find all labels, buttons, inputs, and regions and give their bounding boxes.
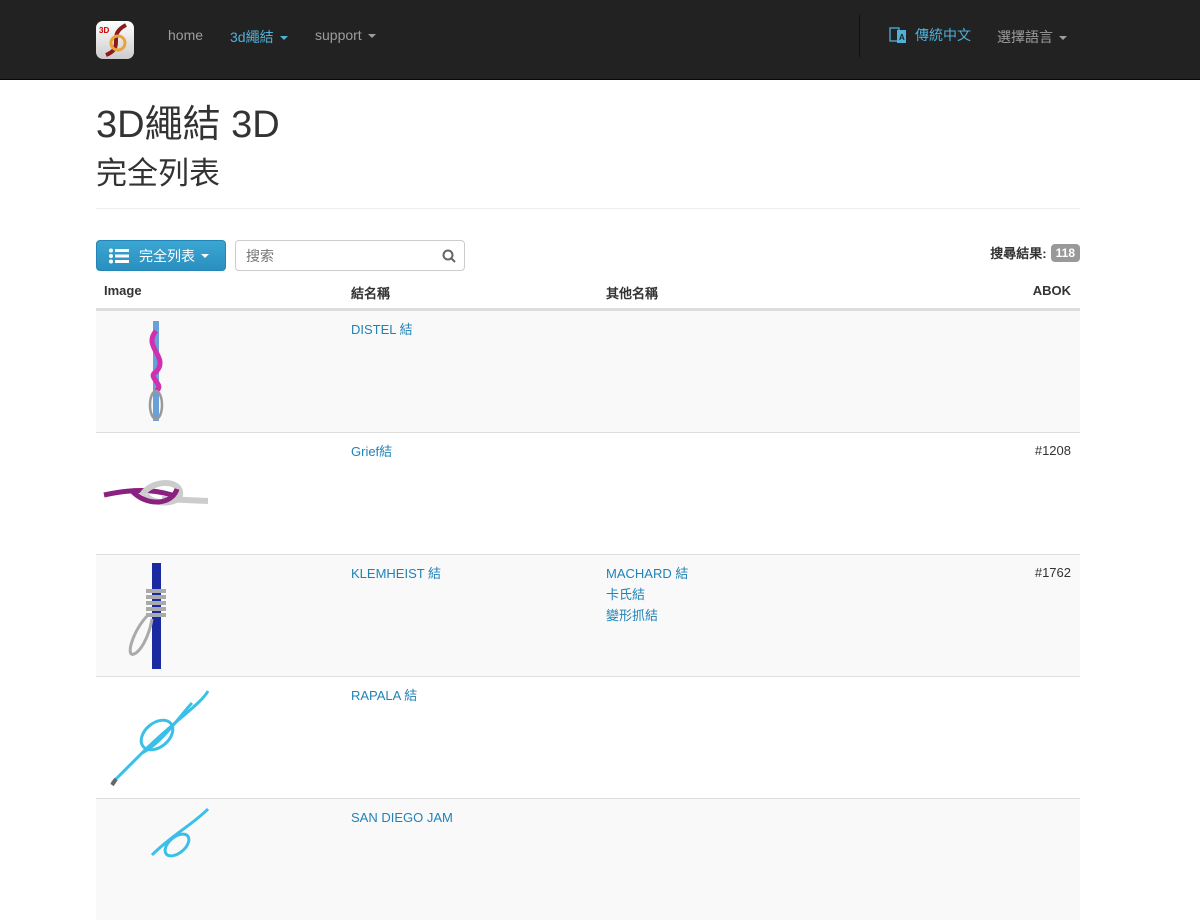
results-label: 搜尋結果:	[990, 246, 1047, 261]
table-header: Image 結名稱 其他名稱 ABOK	[96, 279, 1080, 310]
col-name: 結名稱	[351, 286, 391, 301]
list-view-label: 完全列表	[139, 247, 195, 264]
translate-icon: A	[889, 27, 906, 43]
knot-link[interactable]: KLEMHEIST 結	[351, 563, 441, 584]
list-icon	[109, 248, 129, 263]
table-row: Grief結 #1208	[96, 432, 1080, 554]
language-select-label: 選擇語言	[997, 29, 1053, 45]
abok-number: #1762	[1034, 565, 1071, 580]
search-box	[235, 240, 465, 271]
table-row: KLEMHEIST 結 MACHARD 結 卡氏結 變形抓結 #1762	[96, 554, 1080, 676]
knot-link[interactable]: SAN DIEGO JAM	[351, 807, 453, 828]
other-name-link[interactable]: 變形抓結	[606, 605, 688, 626]
knot-image[interactable]	[102, 805, 212, 913]
col-abok: ABOK	[1032, 283, 1071, 298]
col-other-names: 其他名稱	[606, 286, 659, 301]
table-row: SAN DIEGO JAM	[96, 798, 1080, 920]
nav-divider	[859, 15, 860, 57]
nav-home[interactable]: home	[168, 27, 203, 43]
knot-image[interactable]	[102, 561, 212, 669]
divider	[96, 208, 1080, 209]
page-title: 3D繩結 3D	[96, 104, 280, 146]
search-input[interactable]	[244, 246, 424, 265]
col-image: Image	[104, 283, 142, 298]
other-name-link[interactable]: MACHARD 結	[606, 563, 688, 584]
navbar: 3D home 3d繩結 support A 傳統中文 選擇語言	[0, 0, 1200, 80]
list-view-button[interactable]: 完全列表	[96, 240, 226, 271]
knot-link[interactable]: DISTEL 結	[351, 319, 413, 340]
table-row: RAPALA 結	[96, 676, 1080, 798]
search-icon[interactable]	[442, 249, 456, 263]
caret-down-icon	[279, 36, 288, 41]
results-badge: 118	[1050, 243, 1080, 262]
table-row: DISTEL 結	[96, 310, 1080, 432]
caret-down-icon	[367, 34, 376, 39]
knot-image[interactable]	[102, 317, 212, 425]
abok-number: #1208	[1034, 443, 1071, 458]
language-select-dropdown[interactable]: 選擇語言	[997, 27, 1067, 47]
app-logo[interactable]: 3D	[96, 21, 134, 59]
other-name-link[interactable]: 卡氏結	[606, 584, 688, 605]
nav-support-dropdown[interactable]: support	[315, 27, 376, 43]
caret-down-icon	[1059, 36, 1067, 41]
nav-knots-label: 3d繩結	[230, 29, 274, 45]
knot-link[interactable]: Grief結	[351, 441, 392, 462]
nav-support-label: support	[315, 27, 362, 43]
current-language[interactable]: A 傳統中文	[889, 25, 971, 45]
knot-image[interactable]	[102, 683, 212, 791]
nav-knots-dropdown[interactable]: 3d繩結	[230, 27, 288, 47]
caret-down-icon	[201, 253, 209, 258]
knot-image[interactable]	[102, 439, 212, 547]
svg-text:A: A	[899, 33, 905, 42]
results-count: 搜尋結果: 118	[990, 243, 1080, 262]
svg-text:3D: 3D	[99, 26, 109, 35]
knot-link[interactable]: RAPALA 結	[351, 685, 417, 706]
page-subtitle: 完全列表	[96, 156, 220, 191]
current-language-label: 傳統中文	[915, 27, 971, 43]
